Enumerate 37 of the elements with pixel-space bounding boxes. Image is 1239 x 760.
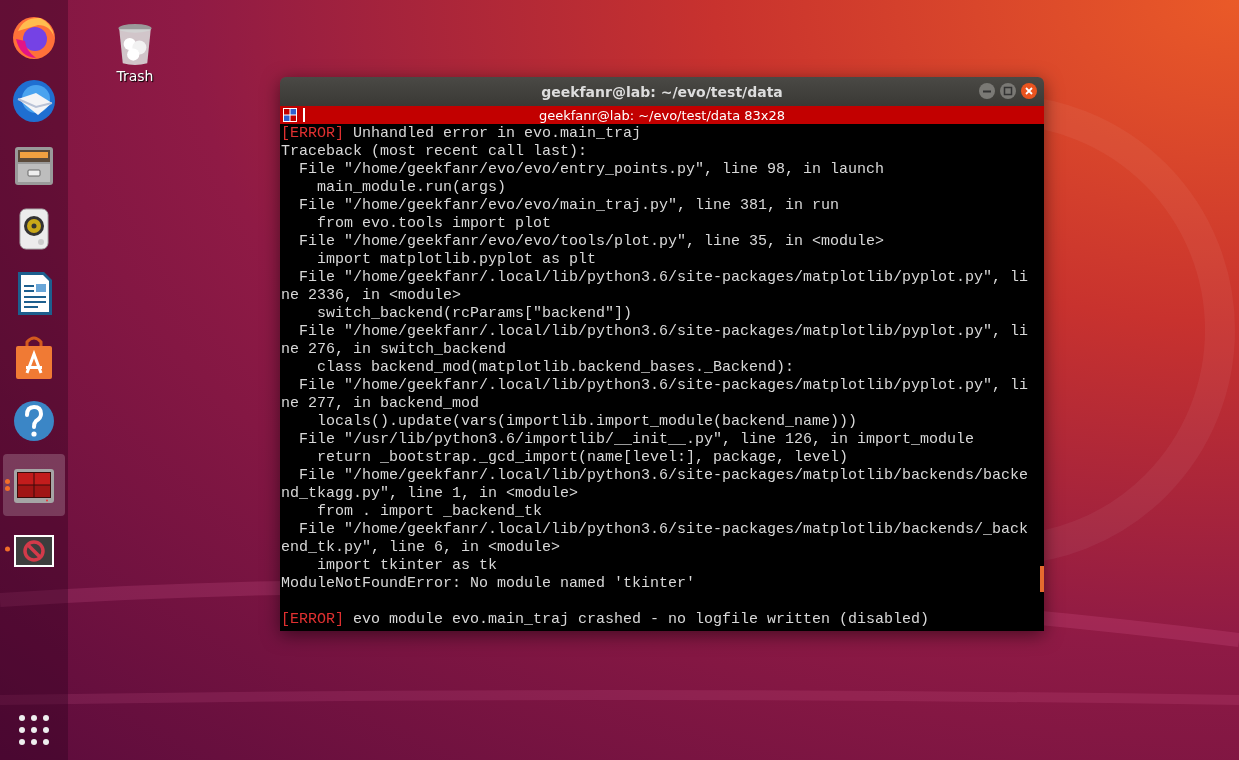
app-grid-icon[interactable] bbox=[18, 714, 50, 746]
mail-bird-icon[interactable] bbox=[10, 77, 58, 125]
terminal-line: locals().update(vars(importlib.import_module(backend_name))) bbox=[316, 413, 858, 431]
terminal-line: ne 277, in backend_mod bbox=[281, 395, 480, 413]
terminal-line: [ERROR] Unhandled error in evo.main_traj bbox=[281, 125, 642, 143]
desktop-icon-label[interactable]: Trash bbox=[116, 68, 154, 84]
tab-title: geekfanr@lab: ~/evo/test/data 83x28 bbox=[537, 107, 787, 123]
terminal-line: main_module.run(args) bbox=[316, 179, 507, 197]
grid-menu-icon[interactable] bbox=[283, 108, 297, 122]
terminal-line: File "/home/geekfanr/evo/evo/entry_points.py", line 98, in launch bbox=[298, 161, 885, 179]
terminal-line: [ERROR] evo module evo.main_traj crashed - no logfile written (disabled) bbox=[281, 611, 930, 629]
terminal-line: File "/home/geekfanr/.local/lib/python3.6/site-packages/matplotlib/pyplot.py", li bbox=[298, 269, 1029, 287]
terminal-line: File "/home/geekfanr/.local/lib/python3.6/site-packages/matplotlib/pyplot.py", li bbox=[298, 377, 1029, 395]
terminal-line: File "/home/geekfanr/.local/lib/python3.6/site-packages/matplotlib/pyplot.py", li bbox=[298, 323, 1029, 341]
minimize-icon[interactable] bbox=[978, 82, 996, 100]
terminal-line: File "/usr/lib/python3.6/importlib/__init__.py", line 126, in import_module bbox=[298, 431, 975, 449]
close-icon[interactable] bbox=[1020, 82, 1038, 100]
terminal-line: from . import _backend_tk bbox=[316, 503, 543, 521]
terminal-line: from evo.tools import plot bbox=[316, 215, 552, 233]
terminal-line: File "/home/geekfanr/.local/lib/python3.6/site-packages/matplotlib/backends/_back bbox=[298, 521, 1029, 539]
terminal-line: File "/home/geekfanr/evo/evo/main_traj.py", line 381, in run bbox=[298, 197, 840, 215]
terminal-line: end_tk.py", line 6, in <module> bbox=[281, 539, 561, 557]
dock-item[interactable] bbox=[3, 454, 65, 516]
terminal-line: Traceback (most recent call last): bbox=[281, 143, 588, 161]
terminal-line: ne 2336, in <module> bbox=[281, 287, 462, 305]
terminal-line: File "/home/geekfanr/evo/evo/tools/plot.py", line 35, in <module> bbox=[298, 233, 885, 251]
window-title: geekfanr@lab: ~/evo/test/data bbox=[541, 83, 783, 100]
terminal-line: import matplotlib.pyplot as plt bbox=[316, 251, 597, 269]
terminal-line: ModuleNotFoundError: No module named 'tkinter' bbox=[281, 575, 696, 593]
terminal-line: return _bootstrap._gcd_import(name[level:], package, level) bbox=[316, 449, 849, 467]
scrollbar-thumb[interactable] bbox=[1040, 566, 1044, 592]
terminal-line: File "/home/geekfanr/.local/lib/python3.6/site-packages/matplotlib/backends/backe bbox=[298, 467, 1029, 485]
terminal-line: nd_tkagg.py", line 1, in <module> bbox=[281, 485, 579, 503]
terminal-line: ne 276, in switch_backend bbox=[281, 341, 507, 359]
terminal-line: import tkinter as tk bbox=[316, 557, 498, 575]
terminal-line: class backend_mod(matplotlib.backend_bases._Backend): bbox=[316, 359, 795, 377]
terminal-line: switch_backend(rcParams["backend"]) bbox=[316, 305, 633, 323]
